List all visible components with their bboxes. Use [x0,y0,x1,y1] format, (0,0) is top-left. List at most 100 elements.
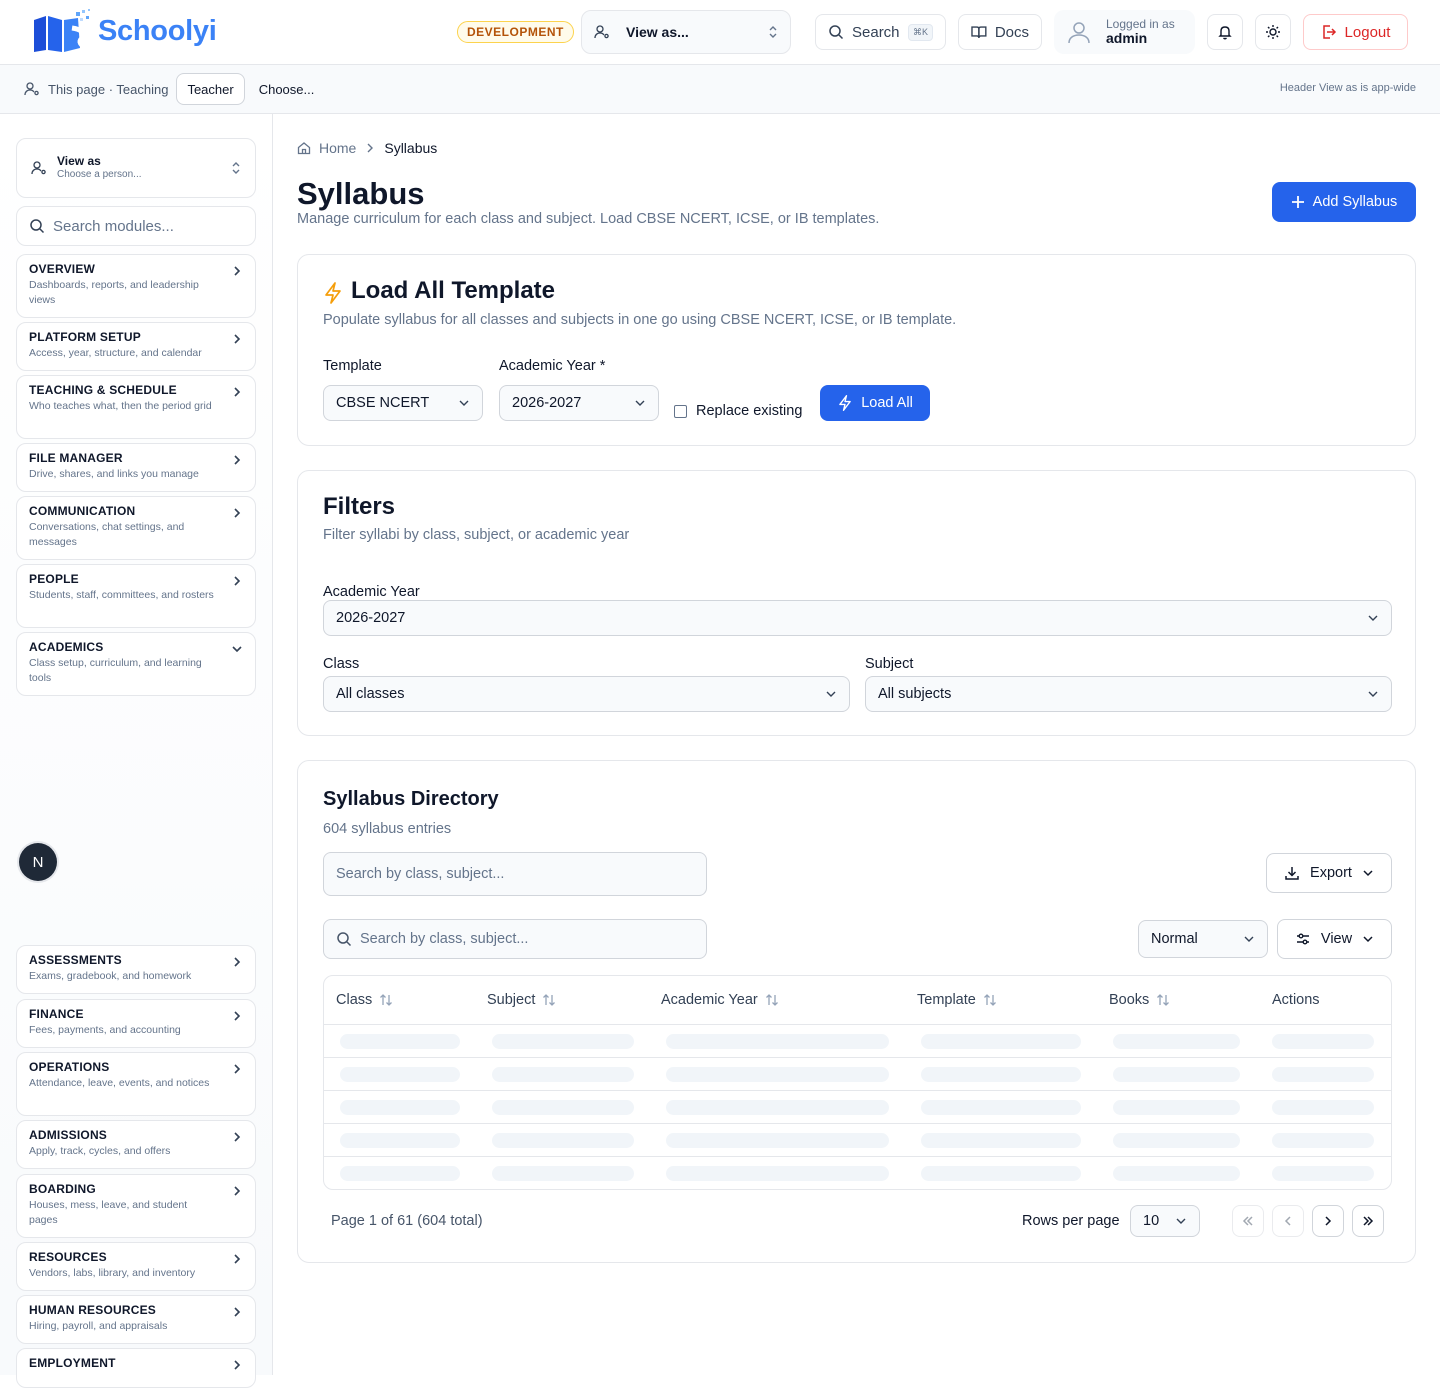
sidebar-item-academics[interactable]: ACADEMICS Class setup, curriculum, and l… [16,632,256,696]
user-avatar-icon [1068,22,1090,44]
previous-page-button[interactable] [1272,1205,1304,1237]
table-row-skeleton [324,1058,1391,1091]
home-icon [297,142,311,155]
sidebar-item-title: ASSESSMENTS [29,953,122,967]
sidebar-item-assessments[interactable]: ASSESSMENTS Exams, gradebook, and homewo… [16,945,256,994]
search-shortcut: ⌘K [907,23,933,41]
dev-indicator-badge[interactable]: N [19,843,57,881]
brand-logo[interactable]: Schoolyi [32,8,217,54]
load-template-subtitle: Populate syllabus for all classes and su… [323,312,957,328]
sidebar-item-operations[interactable]: OPERATIONS Attendance, leave, events, an… [16,1052,256,1116]
chevron-down-icon [826,691,836,697]
chevron-right-icon [234,334,241,344]
load-all-button[interactable]: Load All [820,385,930,421]
user-menu[interactable]: Logged in as admin [1054,10,1195,54]
skeleton-cell [666,1133,889,1148]
choose-person-button[interactable]: Choose... [259,82,315,97]
rows-per-page-select[interactable]: 10 [1130,1205,1200,1237]
skeleton-cell [492,1166,634,1181]
sliders-icon [1296,933,1309,945]
app-wide-note: Header View as is app-wide [1279,82,1416,94]
logout-button[interactable]: Logout [1303,14,1408,50]
view-options-button[interactable]: View [1277,919,1392,959]
sidebar-item-finance[interactable]: FINANCE Fees, payments, and accounting [16,999,256,1048]
chevron-down-icon [232,646,242,653]
skeleton-cell [340,1133,460,1148]
skeleton-cell [340,1034,460,1049]
theme-toggle-button[interactable] [1255,14,1291,50]
skeleton-cell [340,1067,460,1082]
skeleton-cell [1272,1034,1374,1049]
sidebar-item-employment[interactable]: EMPLOYMENT [16,1348,256,1388]
sidebar-item-platform-setup[interactable]: PLATFORM SETUP Access, year, structure, … [16,322,256,371]
sidebar-item-title: EMPLOYMENT [29,1356,116,1370]
role-chip-teacher[interactable]: Teacher [176,73,245,105]
column-label: Subject [487,992,536,1008]
academic-year-select[interactable]: 2026-2027 [499,385,659,421]
bolt-icon [325,282,341,304]
column-header-template[interactable]: Template [917,992,997,1008]
view-as-select[interactable]: View as... [581,10,791,54]
density-select[interactable]: Normal [1138,920,1268,958]
column-header-class[interactable]: Class [336,992,393,1008]
book-open-icon [971,26,987,38]
chevron-right-icon [234,957,241,967]
skeleton-cell [492,1067,634,1082]
first-page-button[interactable] [1232,1205,1264,1237]
table-search-input[interactable]: Search by class, subject... [323,919,707,959]
checkbox-box[interactable] [674,404,687,418]
last-page-button[interactable] [1352,1205,1384,1237]
table-row-skeleton [324,1124,1391,1157]
bolt-icon [839,395,851,411]
breadcrumb-home[interactable]: Home [319,140,356,156]
skeleton-cell [921,1133,1081,1148]
replace-existing-checkbox[interactable]: Replace existing [674,403,802,419]
sidebar-item-overview[interactable]: OVERVIEW Dashboards, reports, and leader… [16,254,256,318]
docs-label: Docs [994,23,1029,41]
sidebar-view-as-title: View as [57,154,101,169]
filter-class-select[interactable]: All classes [323,676,850,712]
sidebar-item-title: FINANCE [29,1007,84,1021]
sidebar-item-people[interactable]: PEOPLE Students, staff, committees, and … [16,564,256,628]
filter-class-label: Class [323,656,360,672]
add-syllabus-button[interactable]: Add Syllabus [1272,182,1416,222]
filter-subject-value: All subjects [878,686,952,702]
sidebar-item-boarding[interactable]: BOARDING Houses, mess, leave, and studen… [16,1174,256,1238]
skeleton-cell [666,1067,889,1082]
module-search-input[interactable]: Search modules... [16,206,256,246]
template-select[interactable]: CBSE NCERT [323,385,483,421]
filter-subject-select[interactable]: All subjects [865,676,1392,712]
table-header: Class Subject Academic Year Template Boo… [324,976,1391,1025]
chevron-right-icon [234,1360,241,1370]
sidebar-item-resources[interactable]: RESOURCES Vendors, labs, library, and in… [16,1242,256,1291]
download-icon [1285,867,1299,880]
sidebar-item-file-manager[interactable]: FILE MANAGER Drive, shares, and links yo… [16,443,256,492]
notifications-button[interactable] [1207,14,1243,50]
syllabus-table: Class Subject Academic Year Template Boo… [323,975,1392,1190]
export-button[interactable]: Export [1266,853,1392,893]
skeleton-cell [1272,1166,1374,1181]
username: admin [1106,29,1148,46]
directory-search-input[interactable]: Search by class, subject... [323,852,707,896]
sidebar-view-as-select[interactable]: View as Choose a person... [16,138,256,198]
breadcrumb: Home Syllabus [297,140,437,156]
global-search-button[interactable]: Search ⌘K [815,14,946,50]
top-bar: Schoolyi DEVELOPMENT View as... Search ⌘… [0,0,1440,65]
sidebar-item-teaching-schedule[interactable]: TEACHING & SCHEDULE Who teaches what, th… [16,375,256,439]
docs-button[interactable]: Docs [958,14,1042,50]
sidebar-item-admissions[interactable]: ADMISSIONS Apply, track, cycles, and off… [16,1120,256,1169]
column-header-actions: Actions [1272,992,1320,1008]
skeleton-cell [921,1166,1081,1181]
next-page-button[interactable] [1312,1205,1344,1237]
column-header-subject[interactable]: Subject [487,992,556,1008]
page-subtitle: Manage curriculum for each class and sub… [297,211,880,227]
filter-year-select[interactable]: 2026-2027 [323,600,1392,636]
chevron-right-icon [234,1307,241,1317]
module-search-placeholder: Search modules... [53,217,174,235]
column-header-academic-year[interactable]: Academic Year [661,992,779,1008]
column-header-books[interactable]: Books [1109,992,1170,1008]
filter-subject-label: Subject [865,656,914,672]
chevron-left-icon [1284,1216,1291,1226]
sidebar-item-human-resources[interactable]: HUMAN RESOURCES Hiring, payroll, and app… [16,1295,256,1344]
sidebar-item-communication[interactable]: COMMUNICATION Conversations, chat settin… [16,496,256,560]
